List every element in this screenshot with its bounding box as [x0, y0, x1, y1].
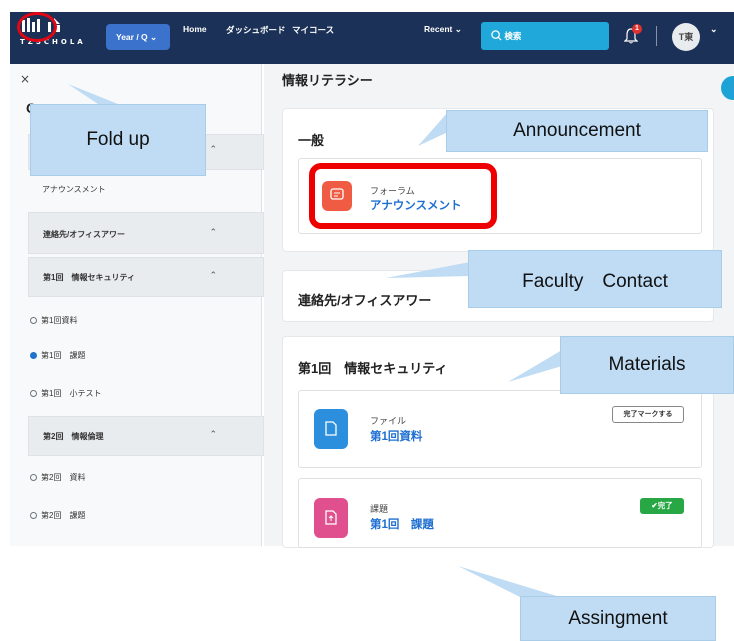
- assignment-icon: [314, 498, 348, 538]
- callout-assignment: Assingment: [520, 596, 716, 641]
- close-drawer-button[interactable]: ×: [20, 72, 30, 86]
- item-label: 第2回 課題: [41, 511, 86, 520]
- recent-dropdown[interactable]: Recent ⌄: [424, 24, 462, 50]
- callout-faculty-contact: Faculty Contact: [468, 250, 722, 308]
- logo-highlight-circle: [17, 12, 57, 42]
- sidebar-item-week1-materials[interactable]: 第1回資料: [30, 315, 77, 326]
- chevron-up-icon: ⌃: [209, 430, 217, 440]
- nav-mycourses-link[interactable]: マイコース: [292, 24, 334, 50]
- sidebar-item-week2-assignment[interactable]: 第2回 課題: [30, 510, 85, 521]
- page-title: 情報リテラシー: [282, 73, 373, 88]
- sidebar-section-week2[interactable]: 第2回 情報倫理 ⌃: [28, 416, 264, 456]
- assignment-pointer: [458, 566, 560, 597]
- chevron-up-icon: ⌃: [209, 228, 217, 238]
- notification-badge: 1: [632, 24, 642, 34]
- chevron-down-icon: ⌄: [150, 32, 158, 42]
- callout-announcement: Announcement: [446, 110, 708, 152]
- recent-label: Recent: [424, 24, 453, 34]
- screenshot-root: TZSCHOLA Year / Q ⌄ Home ダッシュボード マイコース R…: [0, 0, 734, 641]
- chevron-up-icon: ⌃: [209, 145, 217, 155]
- nav-dashboard-link[interactable]: ダッシュボード: [226, 24, 286, 50]
- mark-complete-button[interactable]: 完了マークする: [612, 406, 684, 423]
- highlight-box: [309, 163, 497, 229]
- incomplete-circle-icon: [30, 474, 37, 481]
- chevron-up-icon: ⌃: [209, 271, 217, 281]
- item-label: 第1回 小テスト: [41, 389, 102, 398]
- item-label: 第2回 資料: [41, 473, 86, 482]
- year-label: Year / Q: [116, 32, 148, 42]
- sidebar-item-announcement[interactable]: アナウンスメント: [42, 184, 106, 195]
- incomplete-circle-icon: [30, 390, 37, 397]
- item-label: 第1回資料: [41, 316, 78, 325]
- section-title: 一般: [298, 133, 325, 148]
- sidebar-section-week1[interactable]: 第1回 情報セキュリティ ⌃: [28, 257, 264, 297]
- nav-divider: [656, 26, 657, 46]
- notifications-button[interactable]: 1: [623, 24, 642, 44]
- activity-type: ファイル: [370, 416, 407, 426]
- section-label: 連絡先/オフィスアワー: [43, 230, 126, 239]
- search-placeholder: 検索: [504, 31, 522, 41]
- activity-name-link[interactable]: 第1回資料: [370, 428, 422, 444]
- callout-materials: Materials: [560, 336, 734, 394]
- user-avatar[interactable]: T東: [672, 23, 700, 51]
- incomplete-circle-icon: [30, 512, 37, 519]
- section-label: 第1回 情報セキュリティ: [43, 273, 135, 282]
- section-title: 第1回 情報セキュリティ: [298, 361, 448, 376]
- search-icon: [491, 30, 502, 41]
- sidebar-item-week2-materials[interactable]: 第2回 資料: [30, 472, 85, 483]
- sidebar-item-week1-assignment[interactable]: 第1回 課題: [30, 350, 85, 361]
- callout-fold-up: Fold up: [30, 104, 206, 176]
- nav-home-link[interactable]: Home: [183, 24, 207, 50]
- activity-file[interactable]: [298, 390, 702, 468]
- search-box[interactable]: 検索: [481, 22, 609, 50]
- section-title: 連絡先/オフィスアワー: [298, 293, 432, 308]
- chevron-down-icon: ⌄: [454, 24, 462, 34]
- item-label: 第1回 課題: [41, 351, 86, 360]
- activity-name-link[interactable]: 第1回 課題: [370, 516, 434, 532]
- activity-type: 課題: [370, 504, 389, 514]
- file-icon: [314, 409, 348, 449]
- current-dot-icon: [30, 352, 37, 359]
- section-label: 第2回 情報倫理: [43, 432, 104, 441]
- year-quarter-dropdown[interactable]: Year / Q ⌄: [106, 24, 170, 50]
- sidebar-section-contact[interactable]: 連絡先/オフィスアワー ⌃: [28, 212, 264, 254]
- user-menu-chevron-icon[interactable]: ⌄: [710, 24, 718, 50]
- sidebar-item-week1-quiz[interactable]: 第1回 小テスト: [30, 388, 101, 399]
- completed-badge[interactable]: ✔完了: [640, 498, 684, 514]
- incomplete-circle-icon: [30, 317, 37, 324]
